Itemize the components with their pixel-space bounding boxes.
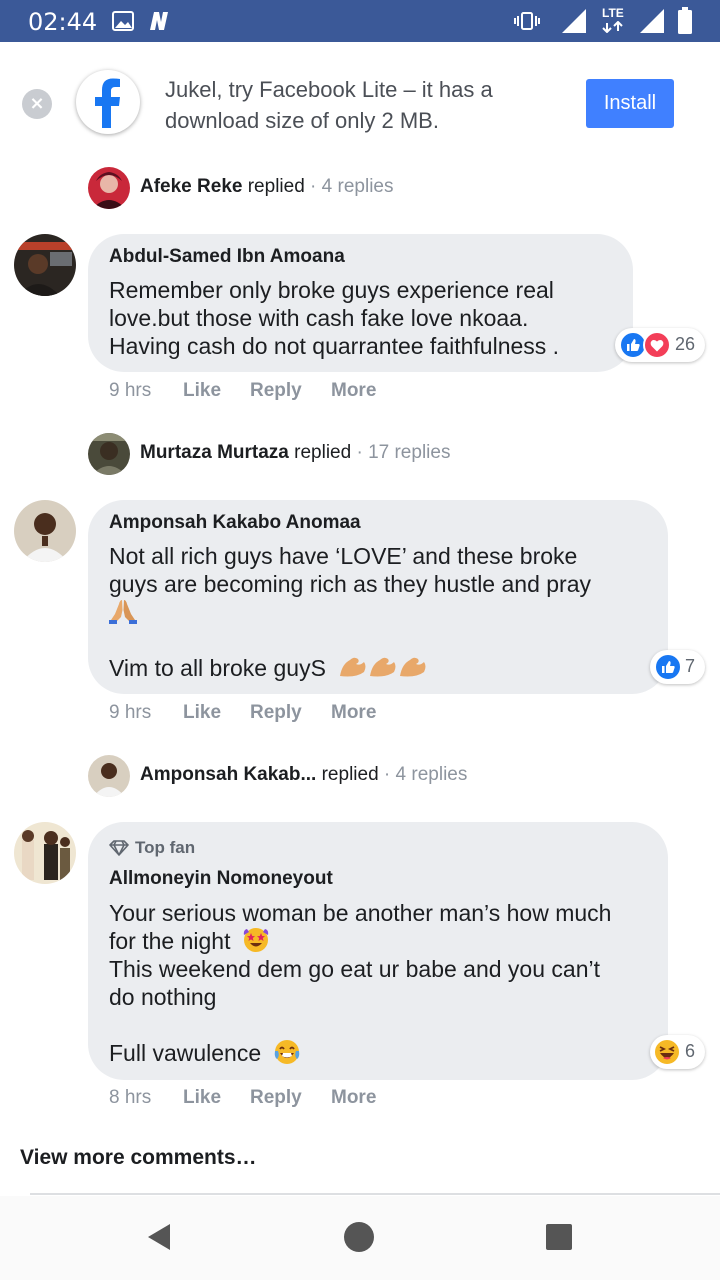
praying-hands-icon	[109, 600, 137, 624]
love-reaction-icon	[643, 331, 671, 359]
comment-time: 9 hrs	[109, 702, 152, 723]
top-fan-badge: Top fan	[109, 838, 195, 858]
replier-name[interactable]: Amponsah Kakab...	[140, 764, 316, 785]
comment-line: Remember only broke guys experience real	[109, 277, 554, 303]
like-reaction-icon	[654, 653, 682, 681]
tears-of-joy-emoji-icon	[274, 1040, 299, 1064]
flexed-biceps-icon	[340, 657, 426, 677]
haha-reaction-icon	[653, 1038, 681, 1066]
comment-line: love.but those with cash fake love nkoaa…	[109, 305, 529, 331]
comment-author[interactable]: Amponsah Kakabo Anomaa	[109, 512, 361, 534]
battery-icon	[678, 7, 692, 34]
reaction-summary[interactable]: 6	[650, 1035, 705, 1069]
avatar[interactable]	[14, 234, 76, 296]
n-app-icon	[150, 12, 168, 30]
reaction-count: 26	[675, 334, 696, 354]
reply-button[interactable]: Reply	[250, 1087, 302, 1109]
data-arrows-icon	[602, 21, 623, 33]
home-icon[interactable]	[343, 1221, 375, 1253]
comment-line: for the night	[109, 928, 231, 954]
replied-label: replied	[316, 764, 379, 785]
comment-bubble[interactable]: Amponsah Kakabo Anomaa Not all rich guys…	[88, 500, 668, 694]
like-button[interactable]: Like	[183, 380, 221, 402]
comment-text: Not all rich guys have ‘LOVE’ and these …	[109, 542, 654, 682]
comment-line: This weekend dem go eat ur babe and you …	[109, 956, 600, 982]
install-button[interactable]: Install	[586, 79, 674, 128]
reaction-summary[interactable]: 7	[650, 650, 705, 684]
comment-line: Full vawulence	[109, 1040, 262, 1066]
comment-line: Not all rich guys have ‘LOVE’ and these …	[109, 543, 578, 569]
reaction-count: 7	[685, 656, 696, 676]
comment-line: do nothing	[109, 984, 217, 1010]
comment-line: Having cash do not quarrantee faithfulne…	[109, 333, 560, 359]
reply-count: · 17 replies	[351, 442, 451, 463]
comment-line: Vim to all broke guyS	[109, 655, 326, 681]
reply-button[interactable]: Reply	[250, 702, 302, 724]
comment-text: Your serious woman be another man’s how …	[109, 899, 654, 1067]
avatar[interactable]	[88, 167, 130, 209]
divider	[30, 1193, 720, 1195]
reply-button[interactable]: Reply	[250, 380, 302, 402]
comment-author[interactable]: Allmoneyin Nomoneyout	[109, 868, 333, 890]
top-fan-label: Top fan	[135, 838, 196, 857]
more-button[interactable]: More	[331, 702, 376, 724]
banner-message: Jukel, try Facebook Lite – it has a down…	[165, 77, 493, 133]
like-button[interactable]: Like	[183, 1087, 221, 1109]
signal-icon-2	[640, 9, 664, 33]
view-more-comments-link[interactable]: View more comments…	[20, 1146, 257, 1170]
replier-name[interactable]: Murtaza Murtaza	[140, 442, 289, 463]
diamond-icon	[109, 840, 129, 856]
facebook-logo-icon	[76, 70, 140, 134]
avatar[interactable]	[14, 822, 76, 884]
vibrate-icon	[514, 12, 540, 30]
comment-bubble[interactable]: Top fan Allmoneyin Nomoneyout Your serio…	[88, 822, 668, 1080]
system-navigation-bar	[0, 1196, 720, 1280]
network-type-label: LTE	[602, 6, 624, 20]
close-banner-icon[interactable]: ×	[22, 89, 52, 119]
avatar[interactable]	[88, 433, 130, 475]
reply-count: · 4 replies	[378, 764, 468, 785]
comment-bubble[interactable]: Abdul-Samed Ibn Amoana Remember only bro…	[88, 234, 633, 372]
comment-text: Remember only broke guys experience real…	[109, 276, 619, 360]
replied-label: replied	[242, 176, 305, 197]
comment-line: guys are becoming rich as they hustle an…	[109, 571, 591, 597]
replier-name[interactable]: Afeke Reke	[140, 176, 242, 197]
status-bar: 02:44 LTE	[0, 0, 720, 42]
recents-icon[interactable]	[545, 1223, 573, 1251]
avatar[interactable]	[88, 755, 130, 797]
gallery-icon	[112, 11, 134, 31]
avatar[interactable]	[14, 500, 76, 562]
comment-author[interactable]: Abdul-Samed Ibn Amoana	[109, 246, 345, 268]
more-button[interactable]: More	[331, 1087, 376, 1109]
replied-label: replied	[288, 442, 352, 463]
comment-time: 9 hrs	[109, 380, 152, 401]
star-struck-emoji-icon	[243, 928, 269, 952]
back-icon[interactable]	[146, 1222, 172, 1252]
reaction-count: 6	[685, 1041, 696, 1061]
signal-icon	[562, 9, 586, 33]
like-button[interactable]: Like	[183, 702, 221, 724]
reaction-summary[interactable]: 26	[615, 328, 705, 362]
comment-time: 8 hrs	[109, 1087, 152, 1108]
more-button[interactable]: More	[331, 380, 376, 402]
reply-count: · 4 replies	[304, 176, 394, 197]
comment-line: Your serious woman be another man’s how …	[109, 900, 612, 926]
status-time: 02:44	[28, 8, 98, 36]
